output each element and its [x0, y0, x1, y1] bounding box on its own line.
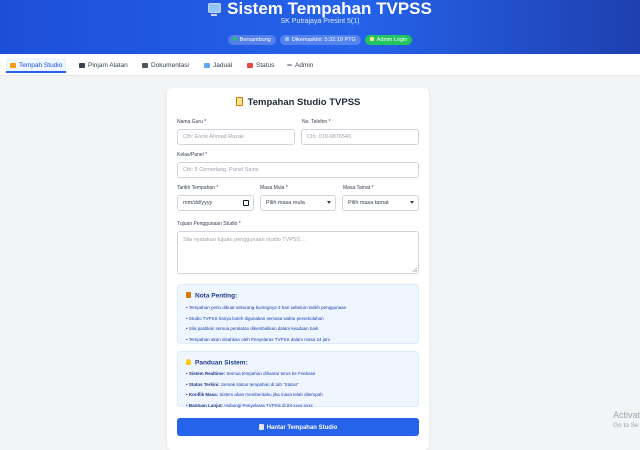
studio-icon — [10, 62, 16, 68]
tab-label: Jadual — [213, 62, 233, 69]
guide-item-text: Hubungi Penyelaras TVPSS di 03-xxxx-xxxx — [224, 402, 313, 408]
tab-admin[interactable]: Admin — [287, 58, 313, 73]
list-item: • Bantuan Lanjut: Hubungi Penyelaras TVP… — [186, 402, 313, 408]
tab-tempah-studio[interactable]: Tempah Studio — [6, 58, 67, 73]
tarikh-date-input[interactable]: mm/dd/yyyy — [177, 195, 254, 211]
tab-jadual[interactable]: Jadual — [204, 58, 232, 73]
submit-label: Hantar Tempahan Studio — [266, 424, 338, 431]
nama-guru-input[interactable] — [177, 129, 295, 145]
tab-bar: Tempah Studio Pinjam Alatan Dokumentasi … — [0, 54, 640, 76]
list-item: • Studio TVPSS hanya boleh digunakan sem… — [186, 315, 324, 321]
clipboard-icon — [247, 62, 253, 68]
status-badges: Bersambung Dikemaskini: 5:32:19 PTG Admi… — [0, 35, 640, 45]
updated-badge: Dikemaskini: 5:32:19 PTG — [279, 35, 361, 45]
admin-login-button[interactable]: Admin Login — [364, 35, 413, 45]
tv-icon — [208, 3, 222, 16]
note-text: Tempahan perlu dibuat sekurang-kurangnya… — [188, 305, 347, 310]
activation-watermark-title: Activat — [613, 410, 640, 420]
calendar-picker-icon[interactable] — [243, 200, 249, 206]
guide-item-heading: Sistem Realtime: — [188, 371, 226, 376]
document-icon — [258, 423, 264, 430]
guide-box: Panduan Sistem: • Sistem Realtime: Semua… — [177, 351, 419, 408]
tarikh-label: Tarikh Tempahan * — [177, 185, 219, 191]
calendar-icon — [204, 62, 210, 68]
lock-icon — [369, 37, 374, 41]
kelas-input[interactable] — [177, 162, 419, 178]
guide-title-text: Panduan Sistem: — [195, 359, 248, 367]
kelas-label: Kelas/Panel * — [177, 152, 208, 158]
telefon-label: No. Telefon * — [302, 119, 331, 125]
connected-dot-icon — [232, 37, 237, 41]
tab-dokumentasi[interactable]: Dokumentasi — [142, 58, 189, 73]
guide-list: • Sistem Realtime: Semua tempahan dihant… — [186, 369, 323, 411]
submit-booking-button[interactable]: Hantar Tempahan Studio — [177, 418, 419, 436]
telefon-input[interactable] — [301, 129, 419, 145]
notes-list: • Tempahan perlu dibuat sekurang-kurangn… — [186, 303, 346, 345]
school-name: SK Putrajaya Presint 5(1) — [280, 18, 360, 25]
tab-pinjam-alatan[interactable]: Pinjam Alatan — [79, 58, 128, 73]
list-item: • Tempahan akan disahkan oleh Penyelaras… — [186, 336, 330, 342]
booking-form-card: Tempahan Studio TVPSS Nama Guru * No. Te… — [167, 88, 429, 450]
masa-tamat-select[interactable]: Pilih masa tamat — [342, 195, 419, 211]
guide-title: Panduan Sistem: — [186, 359, 248, 367]
notes-box: Nota Penting: • Tempahan perlu dibuat se… — [177, 284, 419, 344]
note-text: Studio TVPSS hanya boleh digunakan semas… — [188, 315, 324, 321]
tujuan-label: Tujuan Penggunaan Studio * — [177, 221, 241, 227]
camcorder-icon — [142, 62, 148, 68]
list-item: • Sistem Realtime: Semua tempahan dihant… — [186, 371, 316, 376]
masa-mula-value: Pilih masa mula — [266, 200, 305, 206]
clipboard-icon — [186, 292, 191, 298]
memo-icon — [235, 97, 243, 106]
activation-watermark-subtitle: Go to Se — [613, 422, 639, 429]
clock-icon — [284, 37, 289, 41]
lightbulb-icon — [186, 359, 191, 365]
guide-item-heading: Konflik Masa: — [188, 392, 219, 397]
list-item: • Sila pastikan semua peralatan dikembal… — [186, 326, 319, 331]
note-text: Sila pastikan semua peralatan dikembalik… — [188, 326, 319, 331]
connection-badge: Bersambung — [227, 35, 276, 45]
tujuan-textarea[interactable] — [177, 231, 419, 274]
updated-text: Dikemaskini: 5:32:19 PTG — [291, 37, 356, 43]
guide-item-text: Semua tempahan dihantar terus ke Firebas… — [226, 371, 316, 376]
form-title: Tempahan Studio TVPSS — [167, 97, 429, 108]
note-text: Tempahan akan disahkan oleh Penyelaras T… — [188, 336, 330, 342]
masa-tamat-label: Masa Tamat * — [343, 185, 374, 191]
wrench-icon — [287, 64, 292, 66]
camera-icon — [79, 62, 85, 68]
masa-tamat-value: Pilih masa tamat — [348, 200, 389, 206]
guide-item-heading: Bantuan Lanjut: — [188, 402, 224, 408]
tab-label: Pinjam Alatan — [88, 62, 128, 69]
date-placeholder: mm/dd/yyyy — [183, 200, 213, 206]
tab-label: Dokumentasi — [151, 62, 189, 69]
nama-guru-label: Nama Guru * — [177, 119, 207, 125]
tab-label: Status — [256, 62, 275, 69]
notes-title: Nota Penting: — [186, 292, 237, 300]
chevron-down-icon — [410, 201, 414, 204]
connection-text: Bersambung — [239, 37, 271, 43]
list-item: • Status Terkini: Semak status tempahan … — [186, 381, 300, 387]
resize-handle-icon[interactable] — [412, 267, 417, 272]
notes-title-text: Nota Penting: — [195, 292, 238, 300]
masa-mula-select[interactable]: Pilih masa mula — [260, 195, 336, 211]
app-title: Sistem Tempahan TVPSS — [0, 0, 640, 18]
tab-status[interactable]: Status — [247, 58, 274, 73]
admin-login-label: Admin Login — [376, 37, 408, 43]
list-item: • Konflik Masa: Sistem akan memberitahu … — [186, 392, 323, 397]
form-title-text: Tempahan Studio TVPSS — [247, 97, 361, 108]
guide-item-heading: Status Terkini: — [188, 381, 220, 387]
chevron-down-icon — [327, 201, 331, 204]
tab-label: Tempah Studio — [19, 62, 63, 69]
masa-mula-label: Masa Mula * — [260, 185, 288, 191]
guide-item-text: Sistem akan memberitahu jika masa telah … — [219, 392, 323, 397]
app-header: Sistem Tempahan TVPSS SK Putrajaya Presi… — [0, 0, 640, 54]
list-item: • Tempahan perlu dibuat sekurang-kurangn… — [186, 305, 347, 310]
app-title-text: Sistem Tempahan TVPSS — [227, 0, 432, 18]
tab-label: Admin — [295, 62, 314, 69]
guide-item-text: Semak status tempahan di tab "Status" — [221, 381, 300, 387]
